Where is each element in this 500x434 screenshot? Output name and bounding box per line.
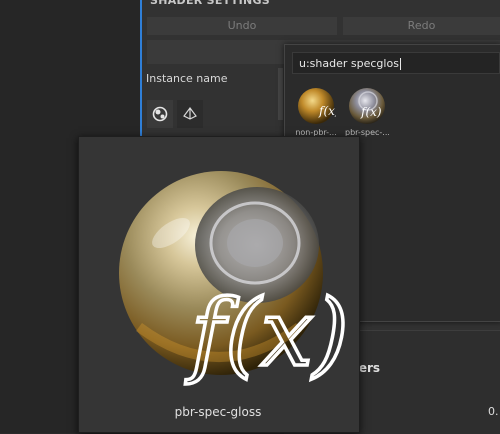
view-mode-toolbar [147,100,207,128]
instance-name-label: Instance name [146,72,228,85]
shader-metal-sphere-icon: f(x) [349,88,385,124]
shader-result-item[interactable]: f(x) pbr-spec-... [345,86,389,138]
mesh-mode-button[interactable] [177,100,203,128]
scrollbar[interactable] [278,68,283,120]
preview-caption: pbr-spec-gloss [174,405,262,419]
shader-preview-sphere-icon: f(x) [119,171,350,389]
globe-icon [152,106,168,122]
undo-button[interactable]: Undo [147,17,337,35]
svg-text:f(x): f(x) [360,105,382,119]
pyramid-icon [183,107,197,120]
redo-button[interactable]: Redo [343,17,500,35]
shading-mode-button[interactable] [147,100,173,128]
panel-title: SHADER SETTINGS [150,0,271,7]
function-fx-icon: f(x) [185,280,349,387]
text-caret [399,58,401,70]
shader-result-item[interactable]: f(x) non-pbr-... [295,86,340,138]
parameter-value: 0. [488,405,499,418]
shader-metal-sphere-icon: f(x) [298,88,340,124]
search-input-value: u:shader specglos [299,57,399,70]
shader-preview-tooltip: f(x) [78,136,360,433]
shader-search-input[interactable]: u:shader specglos [292,52,500,74]
svg-text:f(x): f(x) [318,104,336,118]
